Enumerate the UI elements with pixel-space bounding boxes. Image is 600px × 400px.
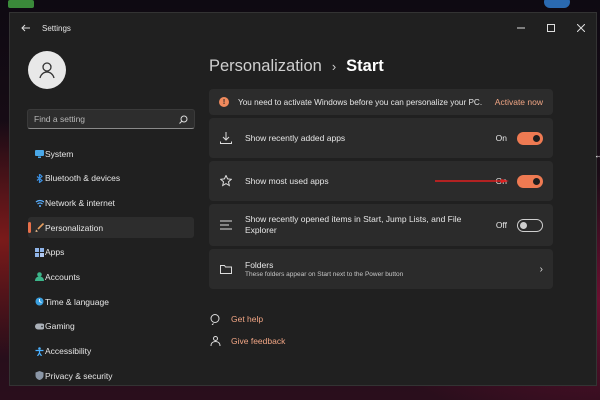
resize-cursor-icon: ↔ <box>594 150 600 160</box>
sidebar: System Bluetooth & devices Network & int… <box>10 43 195 385</box>
back-arrow-icon[interactable] <box>18 20 34 36</box>
sidebar-item-label: Time & language <box>45 296 109 307</box>
get-help-label: Get help <box>231 314 264 324</box>
wifi-icon <box>35 198 44 207</box>
star-icon <box>219 174 233 188</box>
give-feedback-label: Give feedback <box>231 336 286 346</box>
brush-icon <box>35 223 44 233</box>
settings-window: Settings Find a setting System Bluetooth… <box>9 12 597 386</box>
setting-label: Show most used apps <box>245 175 329 186</box>
help-chat-icon <box>209 313 221 325</box>
recently-opened-items-toggle[interactable] <box>517 218 543 232</box>
controller-icon <box>35 322 44 331</box>
sidebar-item-label: System <box>45 148 74 159</box>
accessibility-icon <box>35 346 44 356</box>
sidebar-item-label: Privacy & security <box>45 370 113 381</box>
list-icon <box>219 218 233 232</box>
activation-warning: ! You need to activate Windows before yo… <box>209 89 553 115</box>
breadcrumb-separator: › <box>331 58 337 74</box>
monitor-icon <box>35 149 44 158</box>
chevron-right-icon: › <box>539 263 543 275</box>
breadcrumb-parent[interactable]: Personalization <box>209 57 322 76</box>
setting-recently-added-apps: Show recently added apps On <box>209 118 553 158</box>
sidebar-item-label: Accessibility <box>45 346 92 356</box>
sidebar-item-personalization[interactable]: Personalization <box>28 217 194 239</box>
avatar[interactable] <box>28 51 66 89</box>
sidebar-item-gaming[interactable]: Gaming <box>28 316 194 337</box>
warning-icon: ! <box>219 97 229 107</box>
close-button[interactable] <box>566 18 596 38</box>
folders-setting[interactable]: Folders These folders appear on Start ne… <box>209 249 553 289</box>
sidebar-item-bluetooth-devices[interactable]: Bluetooth & devices <box>28 168 194 189</box>
sidebar-item-network-internet[interactable]: Network & internet <box>28 192 194 213</box>
setting-recently-opened-items: Show recently opened items in Start, Jum… <box>209 204 553 246</box>
activate-now-link[interactable]: Activate now <box>495 97 543 107</box>
maximize-button[interactable] <box>536 18 566 38</box>
give-feedback-link[interactable]: Give feedback <box>209 331 561 351</box>
annotation-arrow <box>435 179 509 183</box>
warning-text: You need to activate Windows before you … <box>238 97 483 107</box>
toggle-state-label: Off <box>495 220 507 230</box>
sidebar-item-label: Accounts <box>45 271 80 282</box>
recently-added-apps-toggle[interactable] <box>517 131 543 145</box>
apps-icon <box>35 247 44 257</box>
get-help-link[interactable]: Get help <box>209 309 561 329</box>
title-bar: Settings <box>10 13 596 43</box>
user-icon <box>39 62 55 79</box>
sidebar-item-apps[interactable]: Apps <box>28 242 194 263</box>
sidebar-item-system[interactable]: System <box>28 143 194 164</box>
window-title: Settings <box>42 23 71 33</box>
sidebar-item-privacy-security[interactable]: Privacy & security <box>28 365 194 385</box>
sidebar-item-label: Bluetooth & devices <box>45 173 121 184</box>
search-input[interactable] <box>34 114 179 124</box>
folders-title: Folders <box>245 260 274 270</box>
desktop-shortcut-icon[interactable] <box>544 0 570 8</box>
person-icon <box>35 272 44 282</box>
help-links: Get help Give feedback <box>209 309 561 351</box>
sidebar-item-label: Personalization <box>45 222 104 233</box>
setting-label: Show recently opened items in Start, Jum… <box>245 214 462 235</box>
sidebar-item-label: Apps <box>45 247 65 258</box>
sidebar-item-time-language[interactable]: Time & language <box>28 291 194 312</box>
folders-subtitle: These folders appear on Start next to th… <box>245 271 404 278</box>
bluetooth-icon <box>35 173 44 183</box>
minimize-button[interactable] <box>506 18 536 38</box>
main-content: Personalization › Start ! You need to ac… <box>209 43 561 385</box>
download-icon <box>219 131 233 145</box>
search-icon[interactable] <box>179 115 188 124</box>
folder-icon <box>219 262 233 276</box>
setting-label: Show recently added apps <box>245 132 346 143</box>
page-title: Start <box>346 56 384 75</box>
sidebar-item-accessibility[interactable]: Accessibility <box>28 341 194 362</box>
sidebar-item-accounts[interactable]: Accounts <box>28 266 194 287</box>
search-box[interactable] <box>27 109 195 129</box>
breadcrumb: Personalization › Start <box>209 53 561 79</box>
sidebar-item-label: Network & internet <box>45 197 115 208</box>
sidebar-nav: System Bluetooth & devices Network & int… <box>19 143 195 385</box>
most-used-apps-toggle[interactable] <box>517 174 543 188</box>
globe-clock-icon <box>35 297 44 306</box>
toggle-state-label: On <box>495 133 507 143</box>
desktop-shortcut-icon[interactable] <box>8 0 34 8</box>
sidebar-item-label: Gaming <box>45 321 75 332</box>
feedback-icon <box>209 335 221 347</box>
shield-icon <box>35 371 44 381</box>
